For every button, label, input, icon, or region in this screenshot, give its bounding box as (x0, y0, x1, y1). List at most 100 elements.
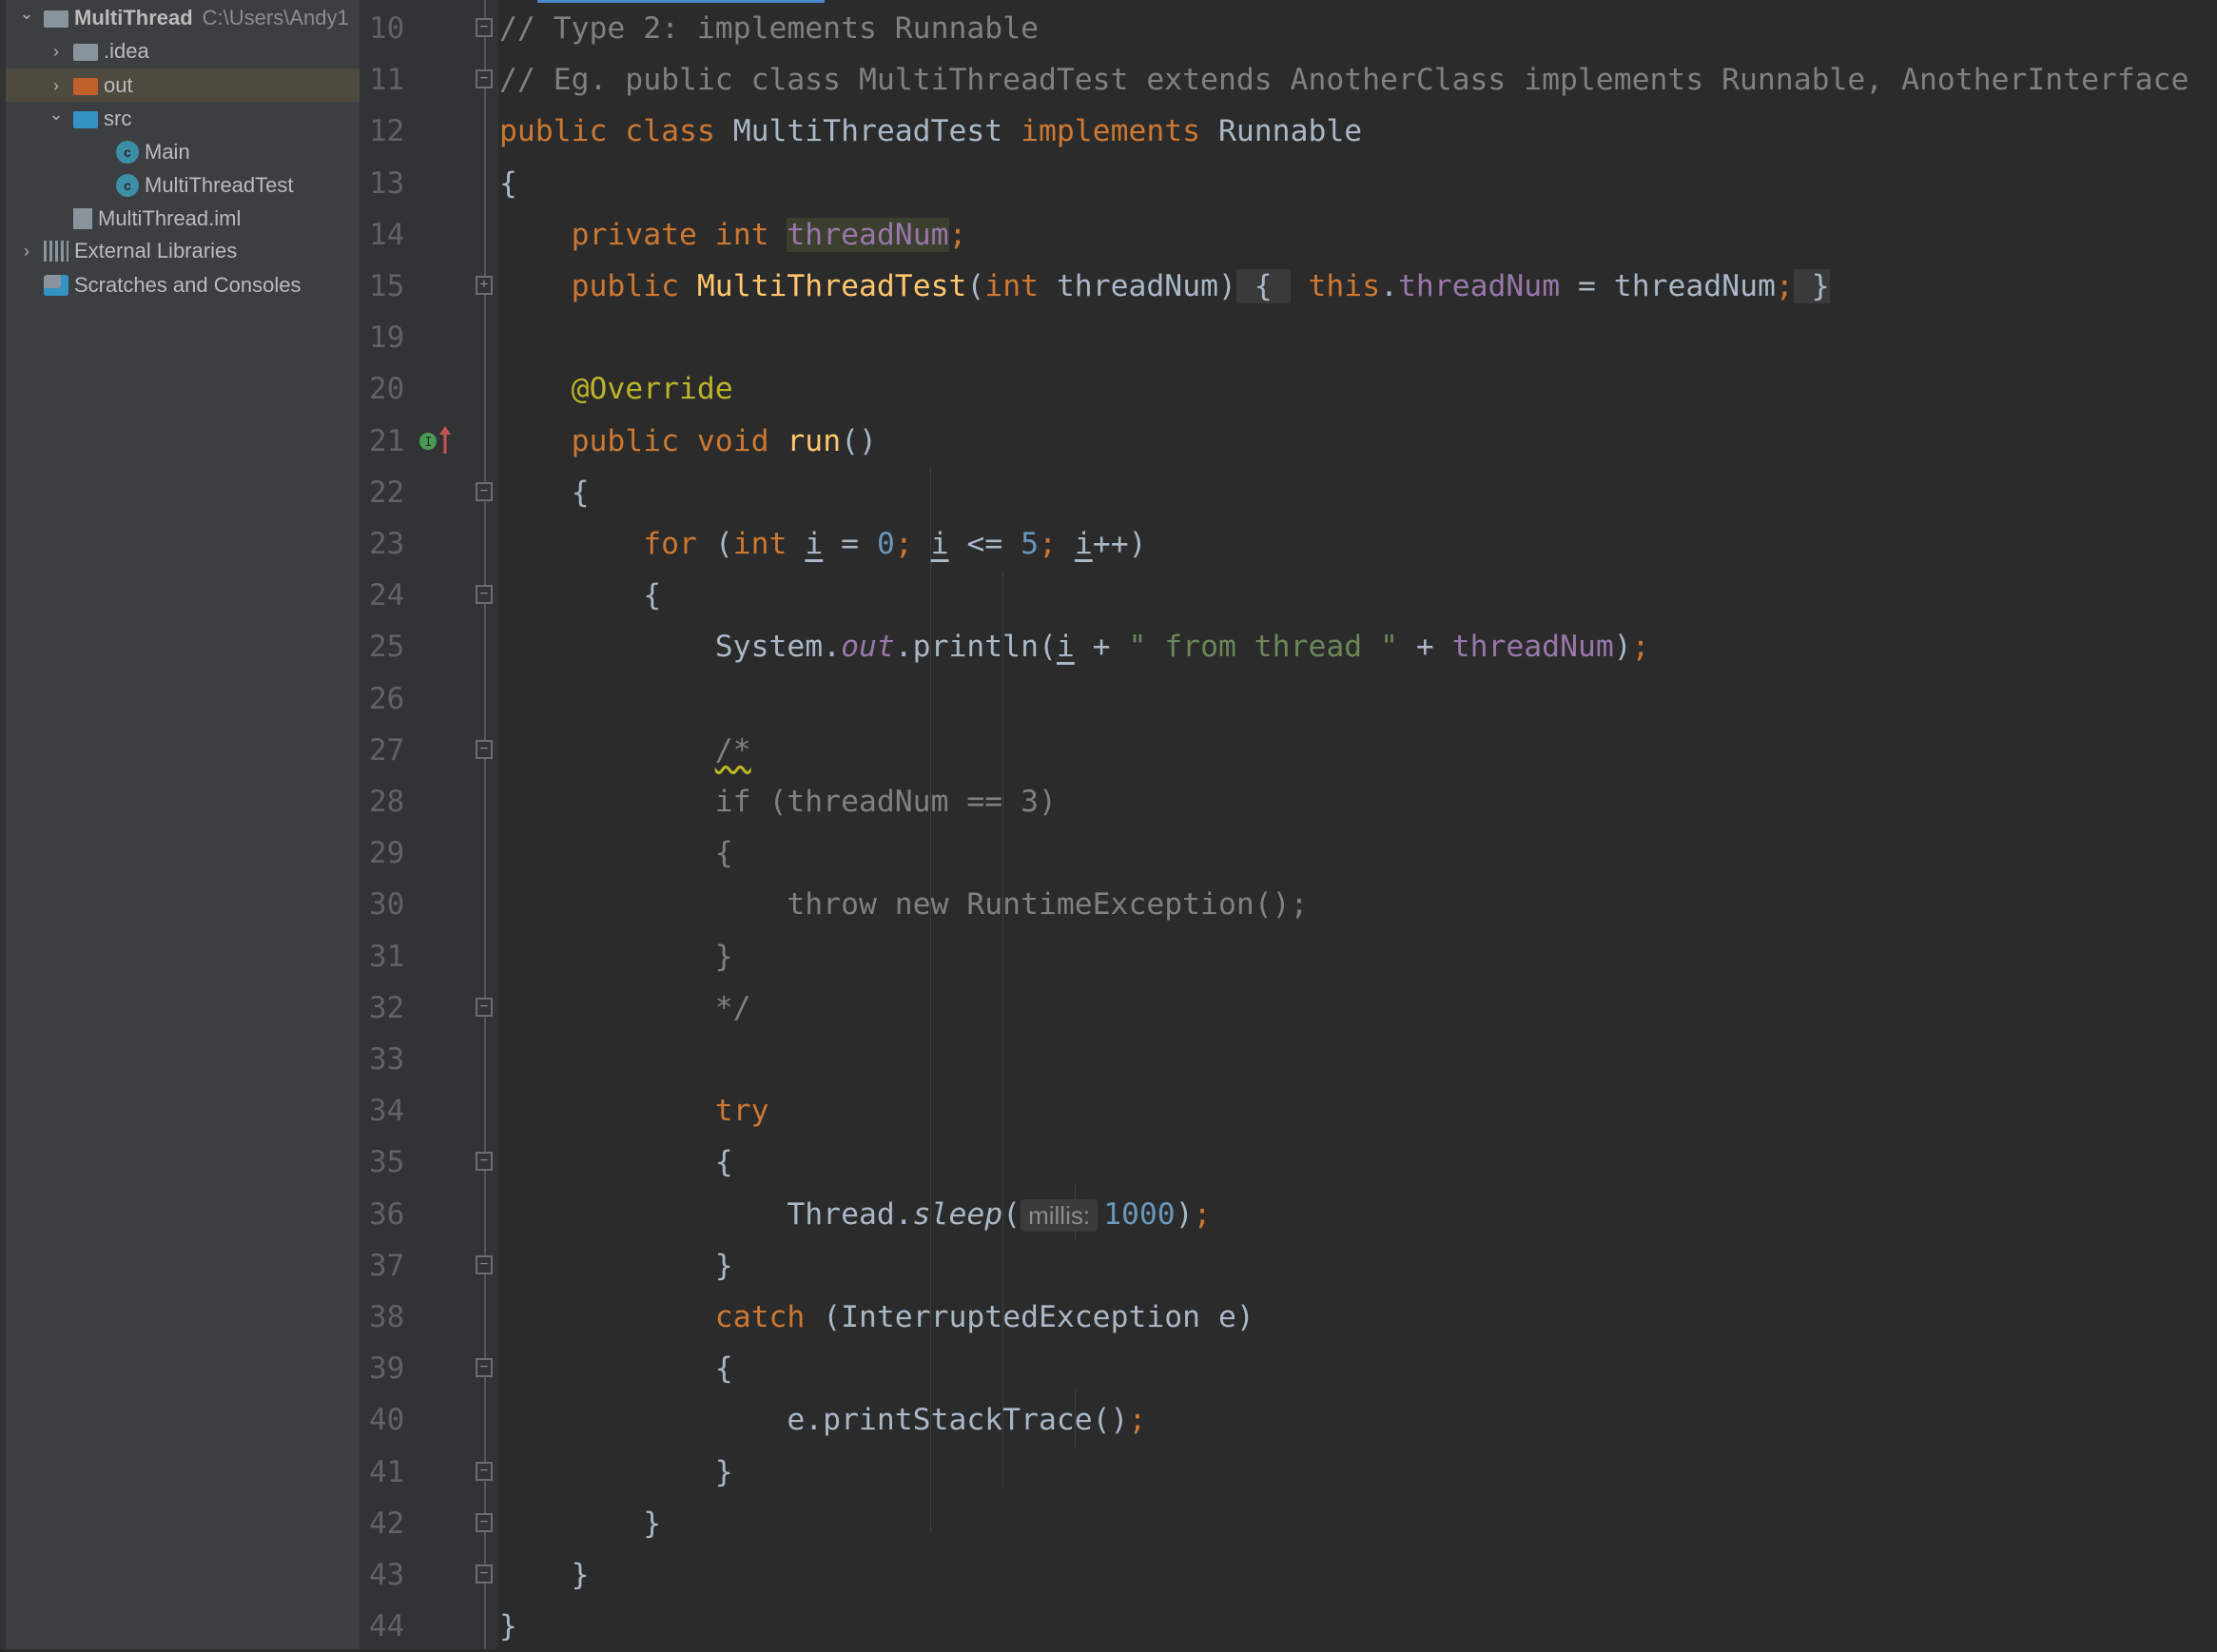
code-line: 28 if (threadNum == 3) (360, 776, 2217, 827)
fold-collapse-icon[interactable]: − (476, 69, 493, 89)
line-number: 11 (369, 63, 405, 98)
chevron-right-icon[interactable]: › (49, 43, 64, 60)
code-token: run (787, 423, 842, 458)
line-number: 13 (369, 165, 405, 201)
code-token: MultiThreadTest (696, 269, 967, 303)
code-token: int (984, 269, 1057, 303)
line-number: 24 (369, 578, 405, 613)
code-token: public (571, 269, 697, 303)
line-number: 15 (369, 269, 405, 303)
tree-item-scratches-and-consoles[interactable]: Scratches and Consoles (6, 268, 360, 301)
chevron-right-icon[interactable]: › (49, 77, 64, 94)
tree-item-label: Scratches and Consoles (74, 272, 301, 297)
chevron-down-icon[interactable]: ⌄ (19, 5, 34, 26)
implements-method-icon[interactable]: I (417, 416, 455, 467)
code-token: ( (714, 527, 733, 561)
code-token: try (714, 1094, 769, 1129)
code-token: . (1380, 269, 1399, 303)
project-path: C:\Users\Andy1 (202, 5, 349, 29)
folded-region[interactable]: { (1235, 269, 1291, 303)
tree-item-external-libraries[interactable]: › External Libraries (6, 234, 360, 267)
code-token: 1000 (1103, 1196, 1176, 1232)
code-token: int (732, 527, 806, 561)
tree-item-src[interactable]: ⌄ src (6, 102, 360, 135)
folded-region[interactable]: } (1793, 269, 1830, 303)
line-number: 35 (369, 1145, 405, 1180)
fold-collapse-icon[interactable]: − (476, 1565, 493, 1584)
fold-collapse-icon[interactable]: − (476, 1358, 493, 1378)
fold-collapse-icon[interactable]: − (476, 1461, 493, 1481)
code-token: ; (1128, 1403, 1147, 1438)
code-line: 29 { (360, 827, 2217, 879)
fold-collapse-icon[interactable]: − (476, 997, 493, 1017)
code-text: /* (499, 725, 751, 776)
chevron-down-icon[interactable]: ⌄ (49, 106, 64, 126)
iml-file-icon (73, 207, 92, 229)
code-token: ( (966, 269, 985, 303)
tree-item-multithreadtest[interactable]: c MultiThreadTest (6, 168, 360, 202)
tree-item-idea[interactable]: › .idea (6, 34, 360, 68)
tree-item-label: MultiThreadTest (145, 172, 294, 197)
module-folder-icon (44, 10, 68, 28)
code-token: 5 (1021, 527, 1040, 561)
code-token: ; (1775, 269, 1794, 303)
fold-expand-icon[interactable]: + (476, 276, 493, 295)
code-token: e.printStackTrace() (499, 1403, 1129, 1438)
code-token: } (499, 1506, 662, 1541)
tree-item-multithread-iml[interactable]: MultiThread.iml (6, 202, 360, 235)
code-token: private int (571, 217, 788, 252)
code-line: 26 (360, 673, 2217, 725)
code-token: () (841, 423, 877, 458)
line-number: 38 (369, 1300, 405, 1334)
code-token: { (499, 475, 590, 510)
code-text: public void run() (499, 416, 877, 467)
fold-collapse-icon[interactable]: − (476, 1512, 493, 1532)
code-token: } (499, 939, 733, 974)
runnable-class-icon: c (116, 140, 139, 164)
code-token: Runnable (1217, 114, 1363, 149)
code-token: { (499, 578, 662, 613)
fold-collapse-icon[interactable]: − (476, 1152, 493, 1172)
fold-collapse-icon[interactable]: − (476, 585, 493, 605)
code-token: } (499, 1558, 590, 1592)
code-token: ; (1631, 630, 1650, 665)
code-token: { (499, 1351, 733, 1387)
code-line: 10 −// Type 2: implements Runnable (360, 3, 2217, 54)
code-token: + (1074, 630, 1129, 665)
code-token: catch (714, 1300, 824, 1334)
code-token: + (1397, 630, 1452, 665)
line-number: 19 (369, 321, 405, 356)
tree-item-out[interactable]: › out (6, 68, 360, 102)
tree-item-multithread[interactable]: ⌄ MultiThread C:\Users\Andy1 (6, 1, 360, 34)
fold-collapse-icon[interactable]: − (476, 18, 493, 37)
code-text: } (499, 1447, 733, 1498)
code-editor[interactable]: 10−// Type 2: implements Runnable 11−// E… (360, 0, 2217, 1649)
code-line: 35 − { (360, 1137, 2217, 1188)
fold-collapse-icon[interactable]: − (476, 1254, 493, 1274)
tree-item-label: Main (145, 139, 190, 164)
code-token: ; (1193, 1196, 1212, 1232)
code-token: System. (499, 630, 842, 665)
line-number: 26 (369, 681, 405, 716)
code-text: } (499, 1498, 661, 1549)
code-token: { (499, 1145, 733, 1180)
code-text: catch (InterruptedException e) (499, 1292, 1254, 1343)
code-text: } (499, 1601, 517, 1652)
code-line: 25 System.out.println(i + " from thread … (360, 621, 2217, 672)
code-text: { (499, 158, 517, 209)
code-token: 0 (876, 527, 895, 561)
code-text: @Override (499, 363, 733, 415)
code-token: // Eg. public class MultiThreadTest exte… (499, 63, 2189, 98)
tree-item-label: MultiThread.iml (98, 205, 242, 230)
code-line: 42 − } (360, 1498, 2217, 1549)
code-line: 12 public class MultiThreadTest implement… (360, 106, 2217, 157)
code-token: i (1056, 630, 1075, 665)
fold-collapse-icon[interactable]: − (476, 481, 493, 501)
chevron-right-icon[interactable]: › (19, 243, 34, 260)
fold-collapse-icon[interactable]: − (476, 739, 493, 759)
tree-item-main[interactable]: c Main (6, 135, 360, 168)
code-text: Thread.sleep(millis: 1000); (499, 1189, 1212, 1241)
